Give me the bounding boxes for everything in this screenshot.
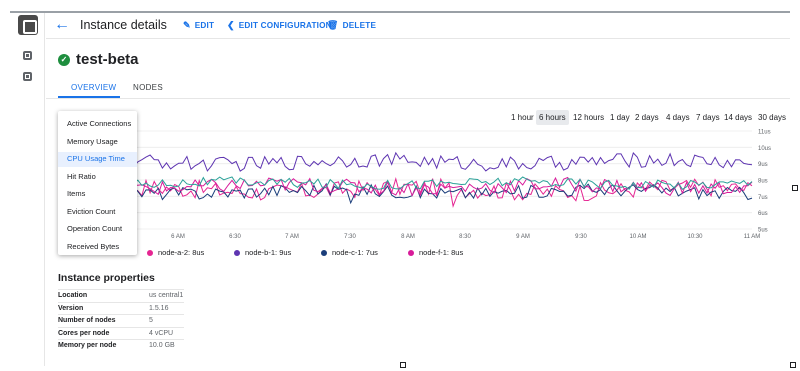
y-tick-label: 7us [758, 195, 768, 201]
legend-label: node-f-1: 8us [419, 248, 464, 257]
property-value: 10.0 GB [149, 342, 175, 349]
x-tick-label: 7:30 [344, 234, 356, 240]
property-value: 5 [149, 317, 153, 324]
resize-handle-corner[interactable] [790, 362, 796, 368]
resize-handle-right[interactable] [792, 185, 798, 191]
legend-swatch [408, 250, 414, 256]
legend-swatch [234, 250, 240, 256]
menu-item-received-bytes[interactable]: Received Bytes [67, 242, 119, 251]
legend-label: node-c-1: 7us [332, 248, 378, 257]
legend-swatch [147, 250, 153, 256]
property-row: Memory per node 10.0 GB [58, 339, 184, 352]
property-value: us central1 [149, 292, 184, 299]
x-tick-label: 9:30 [575, 234, 587, 240]
property-row: Number of nodes 5 [58, 314, 184, 327]
legend-label: node-a-2: 8us [158, 248, 205, 257]
x-tick-label: 6:30 [229, 234, 241, 240]
property-row: Location us central1 [58, 289, 184, 302]
y-tick-label: 6us [758, 211, 768, 217]
y-tick-label: 8us [758, 179, 768, 185]
x-tick-label: 9 AM [516, 234, 530, 240]
menu-item-memory-usage[interactable]: Memory Usage [67, 137, 118, 146]
property-key: Number of nodes [58, 317, 116, 324]
metric-dropdown-menu[interactable]: Active Connections Memory Usage CPU Usage … [58, 111, 137, 255]
menu-item-items[interactable]: Items [67, 189, 85, 198]
property-row: Cores per node 4 vCPU [58, 326, 184, 340]
x-tick-label: 10 AM [629, 234, 646, 240]
menu-item-hit-ratio[interactable]: Hit Ratio [67, 172, 96, 181]
series-line [59, 151, 753, 172]
y-tick-label: 11us [758, 130, 771, 136]
menu-item-operation-count[interactable]: Operation Count [67, 224, 122, 233]
menu-item-eviction-count[interactable]: Eviction Count [67, 207, 115, 216]
menu-item-cpu-usage-time[interactable]: CPU Usage Time [67, 154, 125, 163]
property-key: Version [58, 304, 84, 312]
menu-item-active-connections[interactable]: Active Connections [67, 119, 131, 128]
y-tick-label: 5us [758, 228, 768, 234]
x-tick-label: 8:30 [459, 234, 471, 240]
x-tick-label: 10:30 [687, 234, 703, 240]
resize-handle-bottom[interactable] [400, 362, 406, 368]
y-tick-label: 10us [758, 146, 771, 152]
property-value: 4 vCPU [149, 329, 174, 337]
x-tick-label: 6 AM [171, 234, 185, 240]
legend-swatch [321, 250, 327, 256]
legend-label: node-b-1: 9us [245, 248, 292, 257]
property-key: Memory per node [58, 342, 117, 349]
property-key: Location [58, 292, 88, 299]
x-tick-label: 11 AM [744, 234, 761, 240]
x-tick-label: 7 AM [285, 234, 299, 240]
y-tick-label: 9us [758, 162, 768, 168]
property-value: 1.5.16 [149, 304, 169, 312]
property-key: Cores per node [58, 329, 110, 337]
x-tick-label: 8 AM [401, 234, 415, 240]
property-row: Version 1.5.16 [58, 301, 184, 315]
properties-title: Instance properties [58, 272, 155, 284]
